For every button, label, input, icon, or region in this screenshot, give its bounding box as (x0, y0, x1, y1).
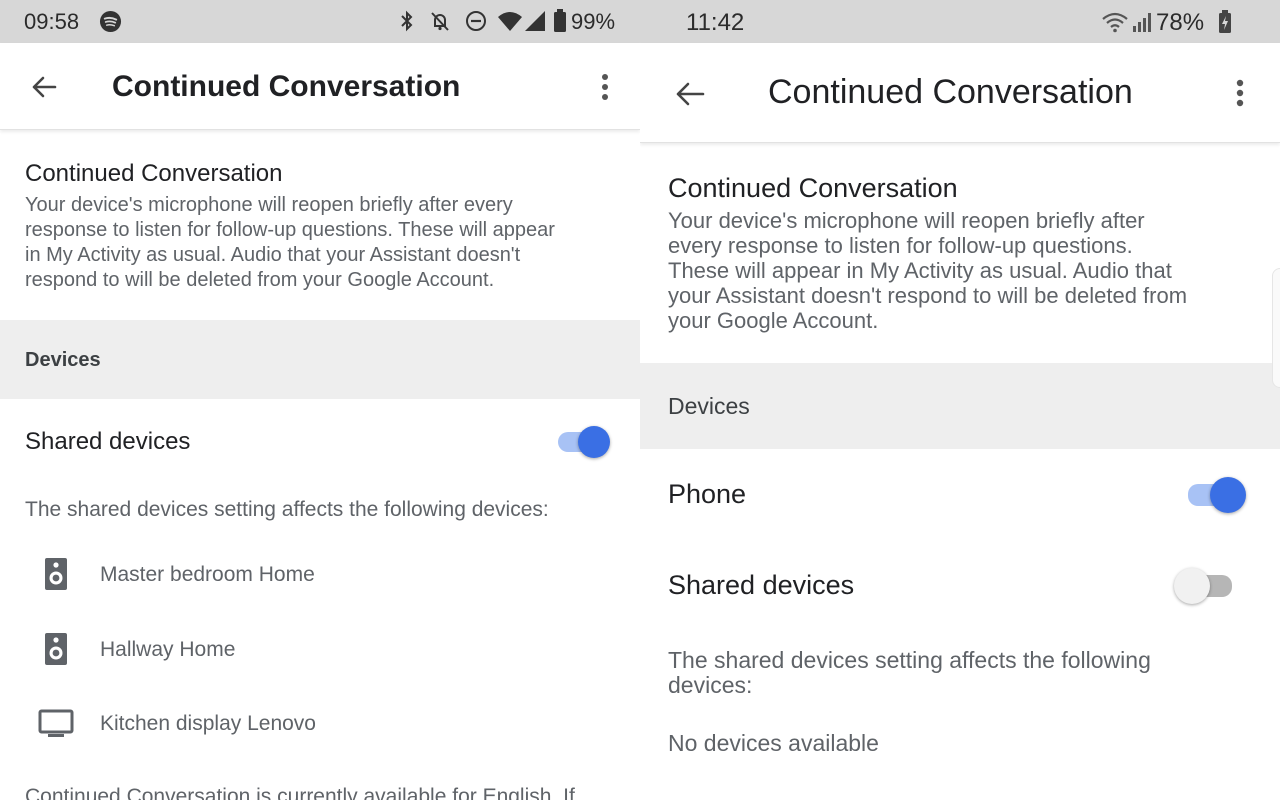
app-toolbar: Continued Conversation (640, 43, 1280, 143)
description-line: every response to listen for follow-up q… (668, 233, 1133, 258)
section-description: Your device's microphone will reopen bri… (668, 208, 1273, 333)
left-screen: 09:58 99% Continued Conversation Continu… (0, 0, 640, 800)
signal-icon (524, 10, 546, 37)
page-title: Continued Conversation (768, 73, 1133, 111)
description-line: These will appear in My Activity as usua… (668, 258, 1172, 283)
wifi-icon (1101, 11, 1129, 38)
phone-row[interactable]: Phone (640, 450, 1280, 540)
device-name: Master bedroom Home (100, 563, 315, 586)
phone-label: Phone (668, 479, 747, 509)
battery-percent: 78% (1156, 9, 1205, 36)
edge-scroll-indicator (1272, 268, 1280, 388)
status-time: 11:42 (686, 9, 745, 36)
section-heading: Continued Conversation (25, 160, 283, 187)
affects-line: The shared devices setting affects the f… (668, 647, 1151, 673)
status-time: 09:58 (24, 9, 80, 34)
page-title: Continued Conversation (112, 70, 461, 103)
more-options-icon[interactable] (598, 73, 612, 108)
more-options-icon[interactable] (1233, 78, 1247, 115)
notifications-off-icon (428, 9, 452, 38)
back-arrow-icon[interactable] (674, 79, 706, 114)
spotify-icon (99, 10, 122, 38)
affects-text: The shared devices setting affects the f… (25, 498, 549, 521)
battery-icon (553, 9, 567, 38)
speaker-icon (45, 558, 67, 595)
shared-devices-label: Shared devices (25, 428, 191, 455)
description-line: your Google Account. (668, 308, 879, 333)
do-not-disturb-icon (465, 10, 487, 37)
list-item[interactable]: Kitchen display Lenovo (0, 694, 640, 754)
wifi-icon (497, 10, 523, 37)
speaker-icon (45, 633, 67, 670)
bluetooth-icon (398, 10, 416, 37)
shared-devices-toggle[interactable] (1172, 566, 1234, 606)
device-name: Hallway Home (100, 638, 236, 661)
description-line: response to listen for follow-up questio… (25, 219, 555, 241)
description-line: Your device's microphone will reopen bri… (668, 208, 1145, 233)
battery-charging-icon (1218, 10, 1232, 39)
display-icon (38, 709, 74, 744)
shared-devices-row[interactable]: Shared devices (0, 400, 640, 480)
no-devices-text: No devices available (668, 730, 879, 756)
device-name: Kitchen display Lenovo (100, 712, 316, 735)
app-toolbar: Continued Conversation (0, 43, 640, 130)
list-item[interactable]: Master bedroom Home (0, 545, 640, 605)
description-line: your Assistant doesn't respond to will b… (668, 283, 1188, 308)
section-heading: Continued Conversation (668, 173, 958, 203)
availability-note: Continued Conversation is currently avai… (25, 785, 575, 800)
affects-line: devices: (668, 672, 753, 698)
affects-text: The shared devices setting affects the f… (668, 648, 1268, 698)
devices-header-band: Devices (640, 363, 1280, 449)
devices-header: Devices (668, 393, 750, 419)
list-item[interactable]: Hallway Home (0, 620, 640, 680)
status-bar: 09:58 99% (0, 0, 640, 43)
shared-devices-label: Shared devices (668, 570, 855, 600)
description-line: in My Activity as usual. Audio that your… (25, 244, 521, 266)
right-screen: 11:42 78% Continued Conversation Continu… (640, 0, 1280, 800)
section-description: Your device's microphone will reopen bri… (25, 193, 625, 293)
phone-toggle[interactable] (1186, 475, 1248, 515)
signal-icon (1132, 12, 1154, 37)
back-arrow-icon[interactable] (30, 73, 58, 106)
status-bar: 11:42 78% (640, 0, 1280, 43)
battery-percent: 99% (571, 9, 616, 34)
description-line: Your device's microphone will reopen bri… (25, 194, 513, 216)
description-line: respond to will be deleted from your Goo… (25, 269, 495, 291)
devices-header: Devices (25, 349, 101, 371)
shared-devices-toggle[interactable] (556, 424, 612, 460)
shared-devices-row[interactable]: Shared devices (640, 540, 1280, 632)
devices-header-band: Devices (0, 320, 640, 399)
